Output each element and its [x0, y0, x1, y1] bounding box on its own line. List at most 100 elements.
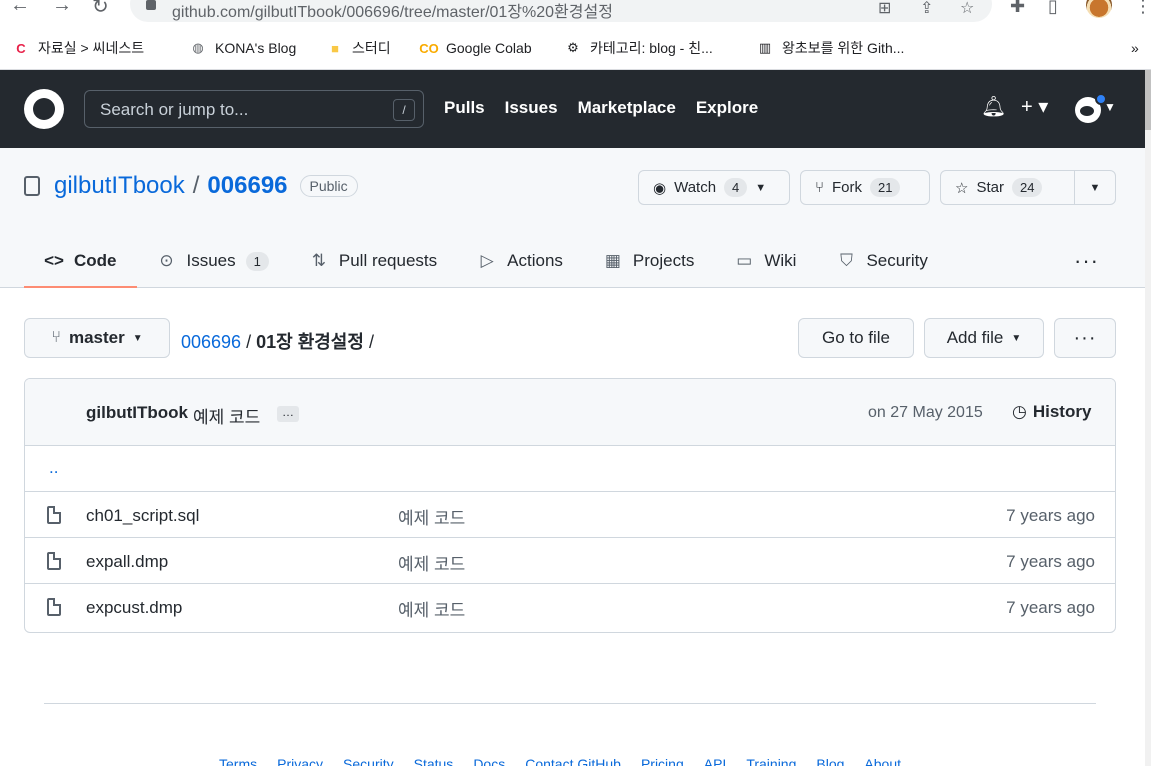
bookmark-item[interactable]: CO Google Colab	[419, 36, 531, 60]
table-icon: ▦	[604, 251, 621, 270]
nav-pulls[interactable]: Pulls	[444, 98, 485, 118]
breadcrumb-repo-link[interactable]: 006696	[181, 332, 241, 352]
share-icon[interactable]: ⇪	[920, 0, 933, 18]
code-icon: <>	[44, 251, 64, 270]
tab-wiki[interactable]: ▭ Wiki	[714, 234, 816, 288]
go-to-file-button[interactable]: Go to file	[798, 318, 914, 358]
table-row: expcust.dmp 예제 코드 7 years ago	[25, 584, 1115, 630]
bookmark-item[interactable]: ▥ 왕초보를 위한 Gith...	[756, 36, 905, 60]
footer-link[interactable]: About	[864, 756, 901, 766]
footer-link[interactable]: Blog	[816, 756, 844, 766]
c-icon: C	[16, 40, 26, 56]
lock-icon	[146, 0, 156, 10]
piano-icon: ▥	[758, 40, 772, 55]
tab-label: Code	[74, 251, 117, 270]
tab-issues[interactable]: ⊙ Issues 1	[137, 234, 289, 288]
footer-link[interactable]: Terms	[219, 756, 257, 766]
repo-name-link[interactable]: 006696	[207, 172, 287, 200]
avatar-caret-icon[interactable]: ▼	[1104, 100, 1116, 114]
path-separator: /	[246, 332, 257, 352]
fork-button[interactable]: ⑂ Fork 21	[800, 170, 930, 205]
extensions-icon[interactable]: ✚	[1010, 0, 1025, 17]
history-link[interactable]: ◷ History	[1012, 402, 1091, 422]
bookmark-item[interactable]: ■ 스터디	[326, 36, 391, 60]
tab-actions[interactable]: ▷ Actions	[457, 234, 583, 288]
nav-marketplace[interactable]: Marketplace	[578, 98, 676, 118]
eye-icon: ◉	[653, 179, 667, 197]
search-input[interactable]: Search or jump to... /	[84, 90, 424, 128]
table-row: ch01_script.sql 예제 코드 7 years ago	[25, 492, 1115, 538]
bookmark-label: 왕초보를 위한 Gith...	[782, 40, 905, 56]
github-logo-icon[interactable]	[24, 89, 64, 129]
page-scrollbar[interactable]	[1145, 70, 1151, 766]
more-options-button[interactable]: ···	[1054, 318, 1116, 358]
history-icon: ◷	[1012, 402, 1027, 421]
footer-link[interactable]: Status	[414, 756, 454, 766]
tab-pull-requests[interactable]: ⇅ Pull requests	[289, 234, 457, 288]
footer-link[interactable]: Pricing	[641, 756, 684, 766]
bookmark-item[interactable]: ⚙ 카테고리: blog - 친...	[564, 36, 713, 60]
footer-link[interactable]: Security	[343, 756, 394, 766]
footer-link[interactable]: Training	[746, 756, 796, 766]
scrollbar-thumb[interactable]	[1145, 70, 1151, 130]
bell-icon[interactable]: 🔔︎	[981, 94, 1006, 119]
repo-owner-link[interactable]: gilbutITbook	[54, 172, 185, 200]
commit-message[interactable]: 예제 코드	[193, 403, 260, 428]
sidepanel-icon[interactable]: ▯	[1048, 0, 1058, 17]
tab-label: Actions	[507, 251, 563, 270]
tab-code[interactable]: <> Code	[24, 234, 137, 288]
footer-link[interactable]: Privacy	[277, 756, 323, 766]
play-icon: ▷	[480, 251, 494, 270]
bookmark-item[interactable]: C 자료실 > 씨네스트	[12, 36, 144, 60]
bookmark-star-icon[interactable]: ☆	[960, 0, 974, 18]
star-button[interactable]: ☆ Star 24	[940, 170, 1075, 205]
watch-button[interactable]: ◉ Watch 4 ▼	[638, 170, 790, 205]
tab-label: Issues	[186, 251, 236, 270]
address-bar[interactable]: github.com/gilbutITbook/006696/tree/mast…	[130, 0, 992, 22]
colab-icon: CO	[419, 40, 439, 56]
go-to-file-label: Go to file	[821, 328, 891, 347]
profile-avatar[interactable]	[1086, 0, 1112, 18]
file-name-link[interactable]: expall.dmp	[86, 552, 168, 572]
tab-projects[interactable]: ▦ Projects	[583, 234, 714, 288]
parent-dir-row[interactable]: ..	[25, 446, 1115, 492]
footer-link[interactable]: API	[704, 756, 727, 766]
issue-icon: ⊙	[159, 251, 174, 270]
overflow-label: »	[1131, 40, 1139, 56]
add-file-button[interactable]: Add file ▼	[924, 318, 1044, 358]
breadcrumb: 006696 / 01장 환경설정 /	[181, 328, 374, 354]
commit-date: on 27 May 2015	[868, 404, 983, 421]
translate-icon[interactable]: ⊞	[878, 0, 891, 18]
path-separator: /	[368, 332, 374, 352]
file-commit-message[interactable]: 예제 코드	[398, 504, 465, 529]
url-text[interactable]: github.com/gilbutITbook/006696/tree/mast…	[172, 0, 613, 22]
tab-label: Wiki	[764, 251, 797, 270]
more-tabs-icon[interactable]: ···	[1074, 248, 1099, 274]
bookmarks-overflow[interactable]: »	[1131, 36, 1139, 60]
bookmarks-bar: C 자료실 > 씨네스트 ◍ KONA's Blog ■ 스터디 CO Goog…	[0, 30, 1151, 70]
star-dropdown-button[interactable]: ▼	[1074, 170, 1116, 205]
file-commit-message[interactable]: 예제 코드	[398, 596, 465, 621]
branch-select[interactable]: ⑂ master ▼	[24, 318, 170, 358]
footer-link[interactable]: Contact GitHub	[525, 756, 621, 766]
file-icon	[47, 506, 61, 524]
forward-icon[interactable]: →	[52, 0, 72, 17]
footer-links: Terms Privacy Security Status Docs Conta…	[219, 756, 901, 766]
commit-expand-button[interactable]: …	[277, 406, 299, 422]
reload-icon[interactable]: ↻	[92, 0, 109, 19]
parent-dir-link[interactable]: ..	[49, 458, 58, 478]
browser-menu-icon[interactable]: ⋮	[1134, 0, 1151, 17]
nav-explore[interactable]: Explore	[696, 98, 758, 118]
file-name-link[interactable]: ch01_script.sql	[86, 506, 199, 526]
back-icon[interactable]: ←	[10, 0, 30, 17]
bookmark-label: 자료실 > 씨네스트	[38, 40, 145, 56]
nav-issues[interactable]: Issues	[505, 98, 558, 118]
plus-dropdown-icon[interactable]: + ▾	[1021, 94, 1048, 119]
tab-security[interactable]: ⛉ Security	[816, 234, 947, 288]
browser-toolbar: ← → ↻ github.com/gilbutITbook/006696/tre…	[0, 0, 1151, 30]
bookmark-item[interactable]: ◍ KONA's Blog	[189, 36, 296, 60]
footer-link[interactable]: Docs	[473, 756, 505, 766]
file-commit-message[interactable]: 예제 코드	[398, 550, 465, 575]
file-name-link[interactable]: expcust.dmp	[86, 598, 182, 618]
commit-author[interactable]: gilbutITbook	[86, 403, 188, 423]
